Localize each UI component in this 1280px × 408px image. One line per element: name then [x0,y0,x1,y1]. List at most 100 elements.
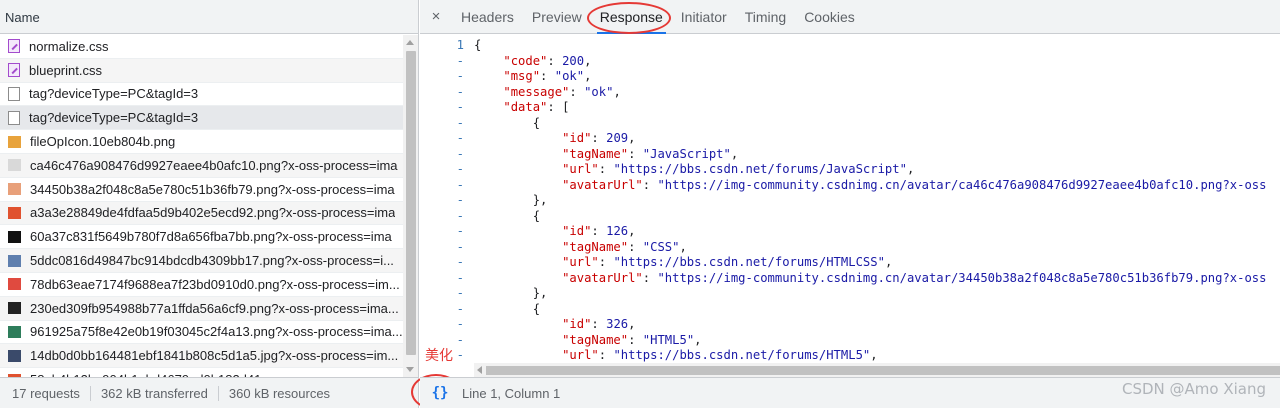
code-text: "tagName": "HTML5", [474,333,701,349]
request-row[interactable]: 5ddc0816d49847bc914bdcdb4309bb17.png?x-o… [0,249,403,273]
request-row[interactable]: 58eb4b12ba904b1abd4679ad0b182d41.png [0,368,403,377]
line-number[interactable]: - [420,69,464,85]
response-tab-highlight-circle [587,2,671,34]
request-row[interactable]: normalize.css [0,35,403,59]
request-name: blueprint.css [29,62,102,78]
line-number[interactable]: - [420,85,464,101]
code-line: - { [420,116,1280,132]
request-name: 961925a75f8e42e0b19f03045c2f4a13.png?x-o… [30,324,403,340]
json-punctuation: , [884,255,893,269]
line-number[interactable]: - [420,302,464,318]
request-row[interactable]: a3a3e28849de4fdfaa5d9b402e5ecd92.png?x-o… [0,201,403,226]
request-row[interactable]: 60a37c831f5649b780f7d8a656fba7bb.png?x-o… [0,225,403,250]
json-punctuation: , [628,131,636,145]
line-number[interactable]: - [420,131,464,147]
line-number[interactable]: - [420,317,464,333]
image-file-icon [8,206,21,219]
json-punctuation: : [540,69,555,83]
line-number[interactable]: - [420,271,464,287]
request-name: tag?deviceType=PC&tagId=3 [29,86,199,102]
json-punctuation: { [474,301,541,316]
request-list-scrollbar[interactable] [403,35,418,377]
request-row[interactable]: tag?deviceType=PC&tagId=3 [0,106,403,131]
json-punctuation [474,85,503,99]
code-line: - "avatarUrl": "https://img-community.cs… [420,178,1280,194]
image-file-icon [8,183,21,196]
image-file-icon [8,135,21,148]
code-text: "id": 326, [474,317,635,333]
code-text: { [474,209,540,225]
request-name: normalize.css [29,38,109,54]
request-row[interactable]: 34450b38a2f048c8a5e780c51b36fb79.png?x-o… [0,178,403,202]
json-punctuation: , [906,162,915,176]
line-number[interactable]: - [420,147,464,163]
close-icon[interactable]: × [420,8,452,25]
scroll-down-arrow-icon[interactable] [406,367,414,372]
line-number[interactable]: - [420,240,464,256]
json-value: "https://bbs.csdn.net/forums/JavaScript" [613,162,907,176]
request-row[interactable]: ca46c476a908476d9927eaee4b0afc10.png?x-o… [0,153,403,178]
request-row[interactable]: 14db0d0bb164481ebf1841b808c5d1a5.jpg?x-o… [0,344,403,369]
json-value: "CSS" [642,239,680,254]
line-number[interactable]: 1 [420,38,464,54]
code-text: "tagName": "JavaScript", [474,147,738,163]
tab-cookies[interactable]: Cookies [795,0,864,34]
json-punctuation: , [730,146,739,161]
json-punctuation: : [628,239,643,254]
json-punctuation: : [547,53,563,68]
json-punctuation: { [474,208,541,223]
json-punctuation: : [598,348,614,362]
code-text: "url": "https://bbs.csdn.net/forums/Java… [474,162,914,178]
code-horizontal-scrollbar[interactable] [474,363,1280,377]
json-punctuation [474,255,562,269]
image-file-icon [8,325,21,338]
image-file-icon [8,159,21,172]
json-punctuation: : [591,317,607,331]
request-row[interactable]: 230ed309fb954988b77a1ffda56a6cf9.png?x-o… [0,296,403,321]
json-key: "data" [503,100,548,114]
tab-timing[interactable]: Timing [736,0,796,34]
tab-headers[interactable]: Headers [452,0,523,34]
response-code-viewer[interactable]: 1{- "code": 200, - "msg": "ok", - "message… [420,35,1280,363]
name-column-header[interactable]: Name [0,0,418,34]
json-punctuation [474,271,562,285]
scroll-up-arrow-icon[interactable] [406,40,414,45]
request-name: 78db63eae7174f9688ea7f23bd0910d0.png?x-o… [30,276,400,292]
transferred-size: 362 kB transferred [100,385,208,401]
json-punctuation: , [584,53,592,68]
image-file-icon [8,254,21,267]
code-text: { [474,116,540,132]
code-line: - }, [420,193,1280,209]
line-number[interactable]: - [420,255,464,271]
line-number[interactable]: - [420,209,464,225]
json-key: "avatarUrl" [562,177,643,192]
code-text: "code": 200, [474,54,591,70]
pretty-print-button[interactable]: {} [420,385,460,401]
line-number[interactable]: - [420,162,464,178]
json-punctuation [474,348,562,362]
line-number[interactable]: - [420,193,464,209]
request-name: 14db0d0bb164481ebf1841b808c5d1a5.jpg?x-o… [30,348,399,364]
line-number[interactable]: - [420,116,464,132]
tab-preview[interactable]: Preview [523,0,591,34]
request-row[interactable]: tag?deviceType=PC&tagId=3 [0,83,403,107]
line-number[interactable]: - [420,286,464,302]
request-row[interactable]: 961925a75f8e42e0b19f03045c2f4a13.png?x-o… [0,321,403,345]
tab-initiator[interactable]: Initiator [672,0,736,34]
json-key: "url" [562,162,599,176]
line-number[interactable]: - [420,100,464,116]
scrollbar-thumb[interactable] [406,51,416,355]
horizontal-scrollbar-thumb[interactable] [486,366,1280,375]
json-punctuation: { [474,115,541,130]
cursor-position: Line 1, Column 1 [462,385,561,401]
request-row[interactable]: blueprint.css [0,58,403,83]
code-line: - "url": "https://bbs.csdn.net/forums/HT… [420,255,1280,271]
scroll-left-arrow-icon[interactable] [477,366,482,374]
request-row[interactable]: fileOpIcon.10eb804b.png [0,130,403,154]
line-number[interactable]: - [420,224,464,240]
request-row[interactable]: 78db63eae7174f9688ea7f23bd0910d0.png?x-o… [0,273,403,297]
json-punctuation: , [628,224,636,238]
line-number[interactable]: - [420,178,464,194]
line-number[interactable]: - [420,54,464,70]
json-punctuation [474,147,562,161]
